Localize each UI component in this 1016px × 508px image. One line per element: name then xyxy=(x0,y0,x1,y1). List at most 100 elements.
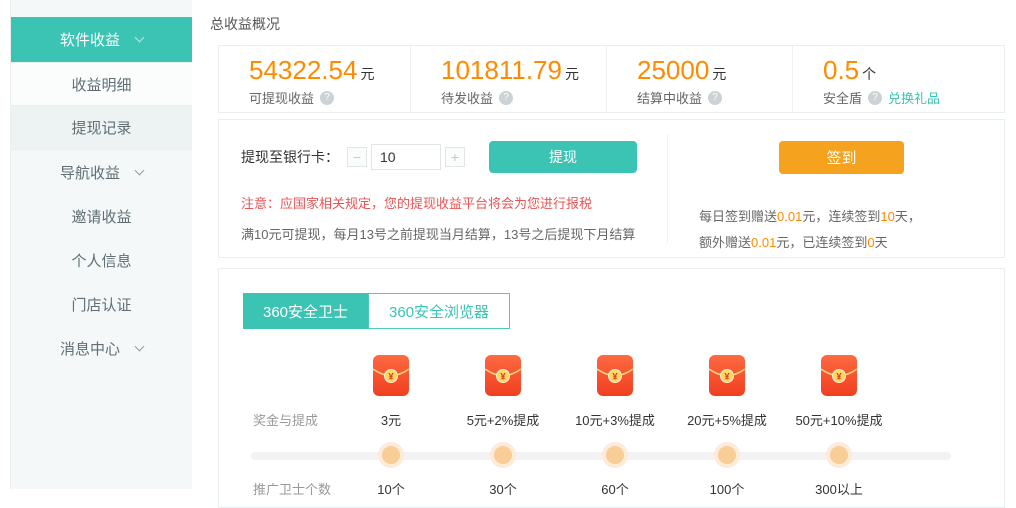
stat-column: 54322.54元可提现收益? xyxy=(219,46,411,112)
milestone-envelope-cell: ¥ xyxy=(783,356,895,398)
milestone-bonus-label: 10元+3%提成 xyxy=(559,410,671,429)
milestone-dot xyxy=(830,446,848,464)
sidebar-item-label: 消息中心 xyxy=(60,338,120,359)
milestone-bonus-label: 5元+2%提成 xyxy=(447,410,559,429)
red-envelope-icon: ¥ xyxy=(485,355,521,399)
stat-label-row: 结算中收益? xyxy=(637,88,792,107)
signin-text: 元，连续签到 xyxy=(802,209,880,224)
tax-warning-text: 注意：应国家相关规定，您的提现收益平台将会为您进行报税 xyxy=(241,193,667,212)
sidebar-item-label: 软件收益 xyxy=(60,29,120,50)
stat-value: 0.5 xyxy=(823,55,859,85)
svg-text:¥: ¥ xyxy=(388,372,393,382)
bonus-row-label: 奖金与提成 xyxy=(243,410,335,429)
withdraw-rule-text: 满10元可提现，每月13号之前提现当月结算，13号之后提现下月结算 xyxy=(241,224,667,243)
stat-unit: 元 xyxy=(565,66,579,82)
milestone-dot xyxy=(718,446,736,464)
sidebar-item-label: 邀请收益 xyxy=(71,206,131,227)
svg-text:¥: ¥ xyxy=(836,372,841,382)
sidebar-item-消息中心[interactable]: 消息中心 xyxy=(11,326,192,370)
envelope-row: ¥ ¥ ¥ ¥ ¥ xyxy=(243,356,1006,398)
svg-text:¥: ¥ xyxy=(612,372,617,382)
main-content: 总收益概况 54322.54元可提现收益?101811.79元待发收益?2500… xyxy=(210,0,1016,489)
help-icon[interactable]: ? xyxy=(708,91,722,105)
sidebar-item-label: 提现记录 xyxy=(71,117,131,138)
page-title: 总收益概况 xyxy=(210,14,280,34)
sidebar-item-导航收益[interactable]: 导航收益 xyxy=(11,150,192,194)
signin-text: 每日签到赠送 xyxy=(699,209,777,224)
tab-label: 360安全浏览器 xyxy=(389,301,489,322)
stat-value: 101811.79 xyxy=(441,55,562,85)
progress-track-row xyxy=(243,445,1006,467)
sidebar-item-门店认证[interactable]: 门店认证 xyxy=(11,282,192,326)
sidebar-item-邀请收益[interactable]: 邀请收益 xyxy=(11,194,192,238)
stat-value-row: 25000元 xyxy=(637,56,792,84)
stat-value-row: 101811.79元 xyxy=(441,56,606,84)
sidebar-item-label: 个人信息 xyxy=(71,250,131,271)
signin-highlight: 0.01 xyxy=(751,235,776,250)
sidebar-item-个人信息[interactable]: 个人信息 xyxy=(11,238,192,282)
chevron-down-icon xyxy=(135,33,145,43)
sidebar-item-软件收益[interactable]: 软件收益 xyxy=(11,17,192,62)
sidebar: 软件收益收益明细提现记录导航收益邀请收益个人信息门店认证消息中心 xyxy=(10,0,192,489)
signin-text: 额外赠送 xyxy=(699,235,751,250)
red-envelope-icon: ¥ xyxy=(821,355,857,399)
help-icon[interactable]: ? xyxy=(320,91,334,105)
signin-notes: 每日签到赠送0.01元，连续签到10天， 额外赠送0.01元，已连续签到0天 xyxy=(699,204,1004,256)
milestone-bonus-label: 20元+5%提成 xyxy=(671,410,783,429)
sidebar-item-label: 导航收益 xyxy=(60,162,120,183)
stat-unit: 元 xyxy=(360,66,374,82)
svg-text:¥: ¥ xyxy=(724,372,729,382)
stat-column: 0.5个安全盾?兑换礼品 xyxy=(793,46,1004,112)
sidebar-item-提现记录[interactable]: 提现记录 xyxy=(11,106,192,150)
signin-text: 天 xyxy=(875,235,888,250)
stat-column: 25000元结算中收益? xyxy=(607,46,793,112)
exchange-gift-link[interactable]: 兑换礼品 xyxy=(888,88,940,107)
milestone-bonus-label: 50元+10%提成 xyxy=(783,410,895,429)
stat-value-row: 0.5个 xyxy=(823,56,1004,84)
signin-note-line2: 额外赠送0.01元，已连续签到0天 xyxy=(699,230,1004,256)
sidebar-item-收益明细[interactable]: 收益明细 xyxy=(11,62,192,106)
signin-text: 元，已连续签到 xyxy=(776,235,867,250)
promotion-card: 360安全卫士 360安全浏览器 ¥ ¥ ¥ ¥ ¥ 奖金与提成 3元5元+2%提成10元… xyxy=(218,268,1005,508)
withdraw-button[interactable]: 提现 xyxy=(489,141,637,173)
signin-section: 签到 每日签到赠送0.01元，连续签到10天， 额外赠送0.01元，已连续签到0… xyxy=(668,120,1004,257)
help-icon[interactable]: ? xyxy=(868,91,882,105)
milestone-envelope-cell: ¥ xyxy=(447,356,559,398)
milestone-bonus-label: 3元 xyxy=(335,410,447,429)
stat-label-row: 待发收益? xyxy=(441,88,606,107)
amount-increment-button[interactable]: + xyxy=(445,147,465,167)
product-tabs: 360安全卫士 360安全浏览器 xyxy=(243,293,1004,329)
chevron-down-icon xyxy=(135,341,145,351)
sidebar-item-label: 收益明细 xyxy=(71,74,131,95)
tab-label: 360安全卫士 xyxy=(263,301,348,322)
signin-highlight: 0 xyxy=(867,235,874,250)
signin-button[interactable]: 签到 xyxy=(779,141,904,174)
milestone-dot xyxy=(494,446,512,464)
stat-label: 可提现收益 xyxy=(249,88,314,107)
red-envelope-icon: ¥ xyxy=(597,355,633,399)
stat-unit: 个 xyxy=(862,66,876,82)
stat-value: 25000 xyxy=(637,55,709,85)
stat-value: 54322.54 xyxy=(249,55,357,85)
signin-highlight: 0.01 xyxy=(777,209,802,224)
stat-label: 待发收益 xyxy=(441,88,493,107)
help-icon[interactable]: ? xyxy=(499,91,513,105)
milestone-envelope-cell: ¥ xyxy=(335,356,447,398)
svg-text:¥: ¥ xyxy=(500,372,505,382)
tab-360安全浏览器[interactable]: 360安全浏览器 xyxy=(368,293,510,329)
red-envelope-icon: ¥ xyxy=(373,355,409,399)
sidebar-item-label: 门店认证 xyxy=(71,294,131,315)
stat-label: 结算中收益 xyxy=(637,88,702,107)
red-envelope-icon: ¥ xyxy=(709,355,745,399)
milestone-dot xyxy=(382,446,400,464)
withdraw-section: 提现至银行卡： − + 提现 注意：应国家相关规定，您的提现收益平台将会为您进行… xyxy=(219,120,667,257)
withdraw-amount-input[interactable] xyxy=(371,144,441,170)
earnings-summary-card: 54322.54元可提现收益?101811.79元待发收益?25000元结算中收… xyxy=(218,45,1005,113)
withdraw-card: 提现至银行卡： − + 提现 注意：应国家相关规定，您的提现收益平台将会为您进行… xyxy=(218,119,1005,258)
amount-decrement-button[interactable]: − xyxy=(347,147,367,167)
stat-column: 101811.79元待发收益? xyxy=(411,46,607,112)
stat-label-row: 安全盾?兑换礼品 xyxy=(823,88,1004,107)
milestone-table: ¥ ¥ ¥ ¥ ¥ 奖金与提成 3元5元+2%提成10元+3%提成20元+5%提成50元… xyxy=(243,356,1006,498)
tab-360安全卫士[interactable]: 360安全卫士 xyxy=(243,293,368,329)
stat-label-row: 可提现收益? xyxy=(249,88,410,107)
